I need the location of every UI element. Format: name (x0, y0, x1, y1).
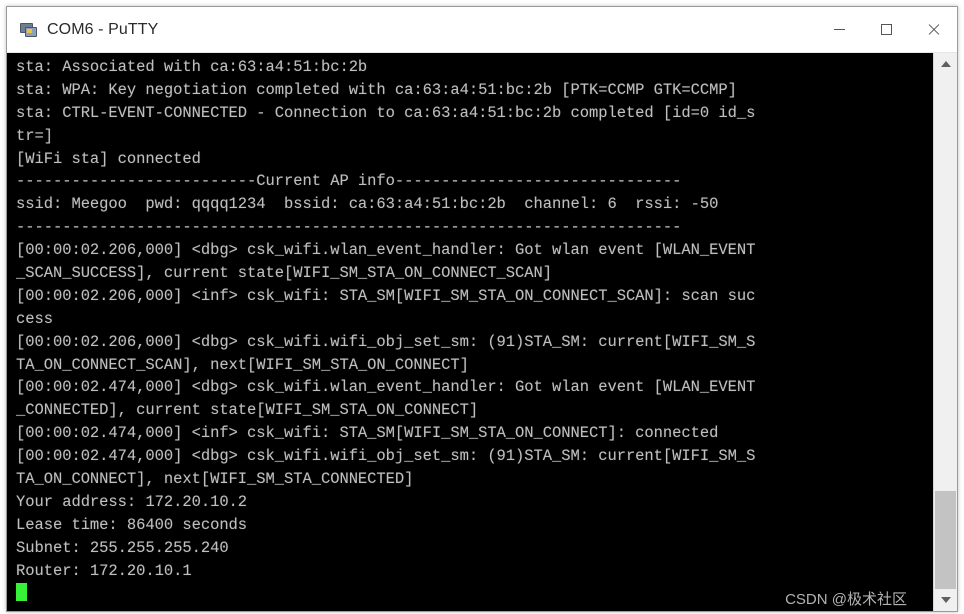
chevron-down-icon (940, 597, 951, 603)
terminal-line: --------------------------Current AP inf… (16, 172, 682, 191)
close-button[interactable] (910, 7, 957, 52)
terminal-line: _CONNECTED], current state[WIFI_SM_STA_O… (16, 401, 479, 420)
putty-window: COM6 - PuTTY sta: Associated with ca:63:… (6, 6, 958, 612)
terminal-cursor (16, 583, 27, 602)
terminal-line: [00:00:02.206,000] <dbg> csk_wifi.wlan_e… (16, 241, 756, 260)
minimize-icon (834, 29, 845, 30)
terminal-line: TA_ON_CONNECT_SCAN], next[WIFI_SM_STA_ON… (16, 355, 469, 374)
terminal-line: _SCAN_SUCCESS], current state[WIFI_SM_ST… (16, 264, 553, 283)
terminal-screen[interactable]: sta: Associated with ca:63:a4:51:bc:2b st… (7, 53, 933, 611)
title-bar[interactable]: COM6 - PuTTY (7, 7, 957, 53)
terminal-line: Router: 172.20.10.1 (16, 561, 192, 580)
window-controls (816, 7, 957, 52)
terminal-line: sta: WPA: Key negotiation completed with… (16, 80, 737, 99)
terminal-line: Lease time: 86400 seconds (16, 515, 248, 534)
terminal-line: Your address: 172.20.10.2 (16, 492, 248, 511)
scrollbar-down-button[interactable] (934, 589, 957, 611)
monitor-screen-shape (27, 28, 32, 33)
terminal-line: TA_ON_CONNECT], next[WIFI_SM_STA_CONNECT… (16, 470, 414, 489)
terminal-line: [00:00:02.206,000] <inf> csk_wifi: STA_S… (16, 286, 756, 305)
terminal-scrollbar[interactable] (933, 53, 957, 611)
maximize-icon (881, 24, 892, 35)
chevron-up-icon (940, 61, 951, 67)
terminal-line: sta: Associated with ca:63:a4:51:bc:2b (16, 58, 368, 76)
terminal-line: [00:00:02.474,000] <dbg> csk_wifi.wifi_o… (16, 447, 756, 466)
terminal-line: [00:00:02.206,000] <dbg> csk_wifi.wifi_o… (16, 332, 756, 351)
maximize-button[interactable] (863, 7, 910, 52)
terminal-area: sta: Associated with ca:63:a4:51:bc:2b st… (7, 53, 957, 611)
scrollbar-up-button[interactable] (934, 53, 957, 75)
terminal-line: cess (16, 309, 53, 328)
minimize-button[interactable] (816, 7, 863, 52)
terminal-line: [00:00:02.474,000] <dbg> csk_wifi.wlan_e… (16, 378, 756, 397)
scrollbar-thumb[interactable] (935, 491, 956, 597)
terminal-line: tr=] (16, 126, 53, 145)
window-title: COM6 - PuTTY (47, 20, 159, 38)
terminal-line: [00:00:02.474,000] <inf> csk_wifi: STA_S… (16, 424, 719, 443)
terminal-line: sta: CTRL-EVENT-CONNECTED - Connection t… (16, 103, 756, 122)
terminal-line: ssid: Meegoo pwd: qqqq1234 bssid: ca:63:… (16, 195, 719, 214)
putty-computer-icon (18, 20, 38, 40)
watermark-text: CSDN @极术社区 (785, 591, 907, 608)
close-icon (927, 23, 940, 36)
terminal-line: [WiFi sta] connected (16, 149, 201, 168)
terminal-line: Subnet: 255.255.255.240 (16, 538, 229, 557)
terminal-line: ----------------------------------------… (16, 218, 682, 237)
